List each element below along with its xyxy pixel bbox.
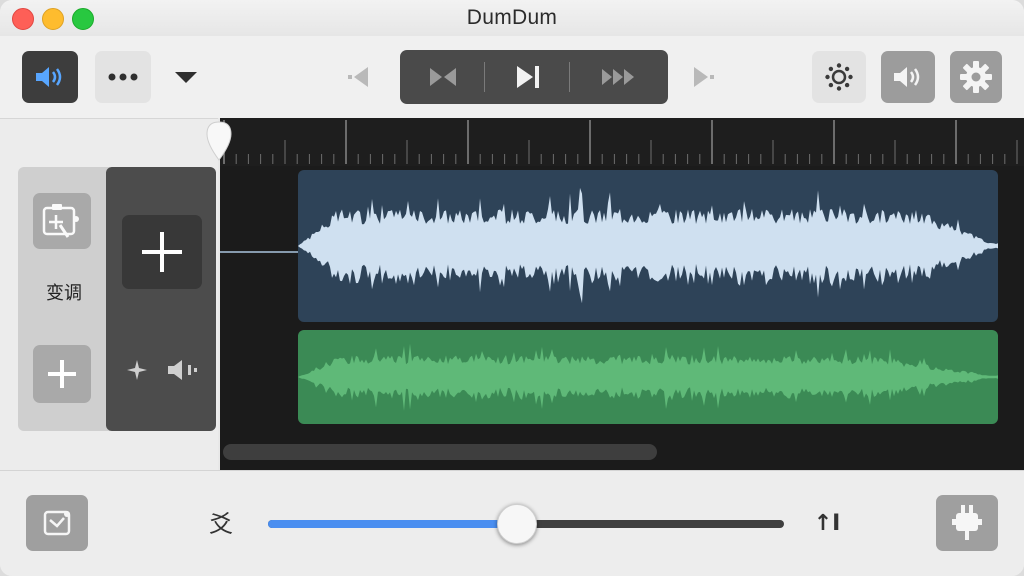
transport-separator	[484, 62, 485, 92]
fast-forward-icon	[602, 69, 634, 85]
bottom-bar: 爻 ↑I	[0, 470, 1024, 576]
plus-icon	[48, 360, 76, 388]
waveform-1	[298, 187, 998, 304]
previous-button[interactable]	[338, 60, 378, 94]
add-effect-button[interactable]	[33, 345, 91, 403]
ruler-ticks	[223, 120, 1018, 164]
window-title: DumDum	[466, 6, 558, 29]
horizontal-scrollbar[interactable]	[223, 444, 657, 460]
app-window: DumDum 变调 爻 ↑I	[0, 0, 1024, 576]
settings-button[interactable]	[950, 51, 1002, 103]
track-1-lead-line	[218, 251, 298, 253]
audio-track-2[interactable]	[298, 330, 998, 424]
track-controls-panel: 变调	[18, 167, 110, 431]
play-pause-icon	[517, 66, 539, 88]
plug-icon	[952, 505, 982, 540]
export-image-icon	[43, 510, 71, 536]
gear-dots-icon	[825, 63, 853, 91]
waveform-shape	[298, 187, 998, 304]
playhead-handle[interactable]	[203, 120, 235, 164]
settings-gear-icon	[960, 61, 992, 93]
track-header-panel	[106, 167, 216, 431]
next-button[interactable]	[684, 60, 724, 94]
time-ruler[interactable]	[218, 118, 1024, 166]
slider-fill	[268, 520, 516, 528]
pitch-image-icon	[42, 204, 79, 238]
mute-speaker-icon[interactable]	[164, 357, 204, 383]
title-bar: DumDum	[0, 0, 1024, 37]
triangle-down-icon	[175, 72, 197, 83]
volume-icon	[894, 67, 920, 87]
plugin-button[interactable]	[936, 495, 998, 551]
next-icon	[694, 67, 714, 87]
skip-back-icon	[430, 68, 456, 86]
pitch-button[interactable]	[33, 193, 91, 249]
skip-back-button[interactable]	[400, 50, 486, 104]
speaker-icon	[36, 67, 62, 87]
transport-controls	[400, 50, 668, 104]
speaker-button[interactable]	[22, 51, 78, 103]
waveform-2	[298, 343, 998, 411]
ellipsis-icon	[108, 73, 138, 81]
slider-min-icon: 爻	[209, 510, 233, 538]
export-button[interactable]	[26, 495, 88, 551]
play-pause-button[interactable]	[486, 50, 570, 104]
slider-max-icon: ↑I	[813, 511, 841, 536]
slider-thumb[interactable]	[496, 504, 537, 544]
plus-icon	[142, 232, 182, 272]
playhead-line[interactable]	[218, 118, 220, 470]
previous-icon	[348, 67, 368, 87]
toolbar	[0, 36, 1024, 119]
dropdown-button[interactable]	[168, 60, 204, 94]
volume-button[interactable]	[881, 51, 935, 103]
effects-button[interactable]	[812, 51, 866, 103]
speed-slider[interactable]	[268, 504, 784, 544]
audio-track-1[interactable]	[298, 170, 998, 322]
pin-icon[interactable]	[124, 357, 150, 383]
add-track-button[interactable]	[122, 215, 202, 289]
timeline-area[interactable]	[218, 118, 1024, 470]
pitch-label: 变调	[46, 283, 82, 304]
more-button[interactable]	[95, 51, 151, 103]
fast-forward-button[interactable]	[570, 50, 668, 104]
waveform-shape	[298, 343, 998, 411]
